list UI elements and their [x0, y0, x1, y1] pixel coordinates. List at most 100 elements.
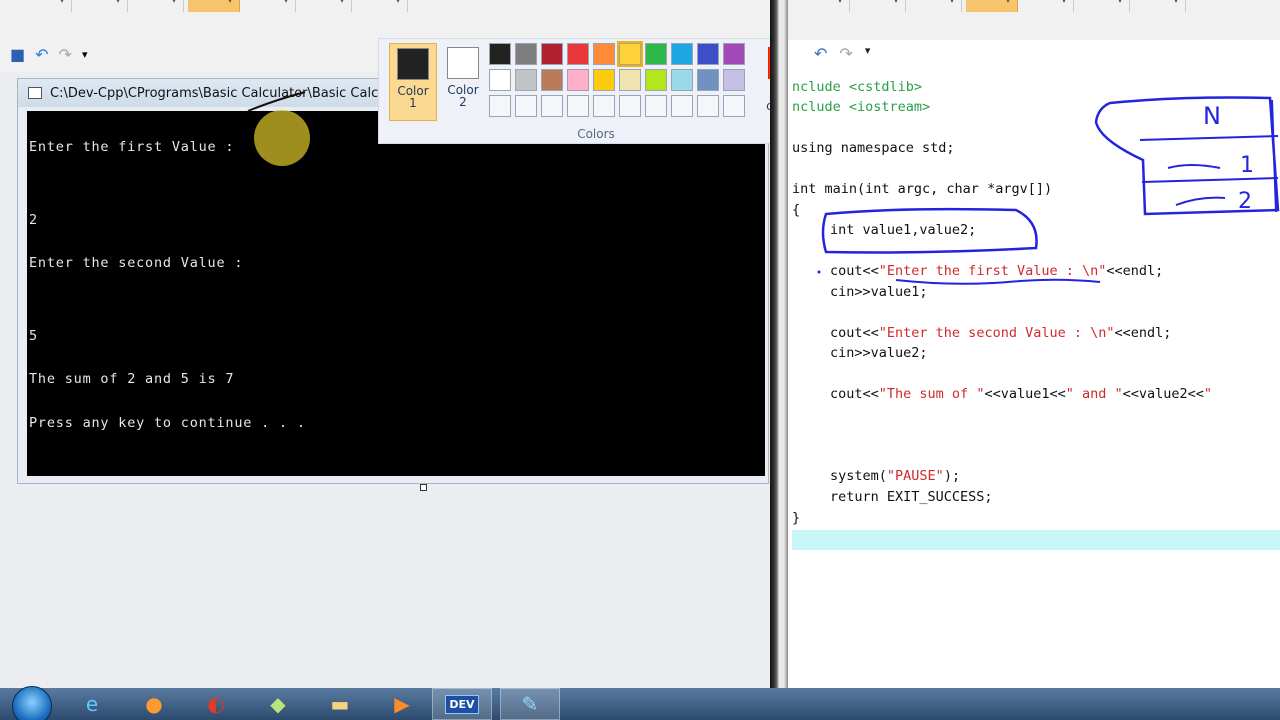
- network-icon[interactable]: ◆: [256, 688, 300, 720]
- color-swatch[interactable]: [697, 43, 719, 65]
- color-swatch[interactable]: [619, 95, 641, 117]
- console-line: 2: [29, 211, 38, 228]
- ribbon-group[interactable]: [910, 0, 962, 12]
- dropdown-icon[interactable]: ▾: [82, 48, 88, 61]
- color-swatch[interactable]: [489, 69, 511, 91]
- ribbon-group[interactable]: [1078, 0, 1130, 12]
- color-swatch[interactable]: [567, 95, 589, 117]
- console-line: 5: [29, 327, 38, 344]
- color-swatch[interactable]: [723, 95, 745, 117]
- ribbon-group[interactable]: [300, 0, 352, 12]
- redo-icon[interactable]: ↷: [59, 45, 72, 64]
- color-swatch[interactable]: [671, 43, 693, 65]
- quick-access-toolbar: ■ ↶ ↷ ▾: [10, 42, 87, 66]
- color-swatch[interactable]: [617, 41, 643, 67]
- save-icon[interactable]: ■: [10, 45, 25, 64]
- color2-num: 2: [459, 95, 467, 109]
- cursor-highlight: [254, 110, 310, 166]
- start-orb[interactable]: [12, 686, 52, 720]
- console-line: Press any key to continue . . .: [29, 414, 306, 431]
- code-line-cout3: cout<<"The sum of "<<value1<<" and "<<va…: [830, 386, 1213, 402]
- ribbon-group[interactable]: [798, 0, 850, 12]
- dev-cpp-label: DEV: [445, 694, 479, 714]
- color-swatch[interactable]: [593, 69, 615, 91]
- color-swatch[interactable]: [567, 69, 589, 91]
- color-swatch[interactable]: [723, 43, 745, 65]
- color-palette: [489, 41, 745, 117]
- console-icon: [28, 87, 42, 99]
- ribbon-strip: [0, 0, 412, 14]
- color-swatch[interactable]: [567, 43, 589, 65]
- firefox-icon[interactable]: ●: [132, 688, 176, 720]
- color-swatch[interactable]: [489, 95, 511, 117]
- code-line-brace: }: [792, 510, 801, 526]
- code-line-decl: int value1,value2;: [830, 222, 977, 238]
- folder-icon[interactable]: ▬: [318, 688, 362, 720]
- ie-icon[interactable]: e: [70, 688, 114, 720]
- color-swatch[interactable]: [515, 43, 537, 65]
- paint-window-right: ↶ ↷ ▾ nclude <cstdlib> nclude <iostream>…: [788, 0, 1280, 688]
- window-divider: [770, 0, 788, 688]
- ribbon-group[interactable]: [132, 0, 184, 12]
- ccleaner-icon[interactable]: ◐: [194, 688, 238, 720]
- dev-cpp-icon[interactable]: DEV: [432, 688, 492, 720]
- code-line-return: return EXIT_SUCCESS;: [830, 489, 993, 505]
- color-swatch[interactable]: [541, 95, 563, 117]
- ribbon-group-active[interactable]: [188, 0, 240, 12]
- color-swatch[interactable]: [541, 43, 563, 65]
- color2-swatch: [447, 47, 479, 79]
- color-swatch[interactable]: [645, 95, 667, 117]
- color-swatch[interactable]: [593, 43, 615, 65]
- ribbon-group[interactable]: [1022, 0, 1074, 12]
- color-swatch[interactable]: [697, 95, 719, 117]
- console-line: The sum of 2 and 5 is 7: [29, 371, 235, 387]
- canvas-resize-handle[interactable]: [420, 484, 427, 491]
- code-line-system: system("PAUSE");: [830, 468, 961, 484]
- dropdown-icon[interactable]: ▾: [865, 44, 871, 63]
- desktop: ■ ↶ ↷ ▾ C:\Dev-Cpp\CPrograms\Basic Calcu…: [0, 0, 1280, 720]
- code-line-include: nclude <iostream>: [792, 99, 931, 115]
- undo-icon[interactable]: ↶: [814, 44, 827, 63]
- colors-group: Color 1 Color 2 Edit colors Colors: [378, 38, 814, 144]
- color-swatch[interactable]: [645, 69, 667, 91]
- code-line-cout1: cout<<"Enter the first Value : \n"<<endl…: [830, 263, 1164, 279]
- media-player-icon[interactable]: ▶: [380, 688, 424, 720]
- ribbon-group-active[interactable]: [966, 0, 1018, 12]
- color-swatch[interactable]: [515, 95, 537, 117]
- color-swatch[interactable]: [645, 43, 667, 65]
- current-line-highlight: [792, 530, 1280, 550]
- code-line-main: int main(int argc, char *argv[]): [792, 181, 1053, 197]
- colors-group-label: Colors: [577, 127, 615, 141]
- color2-button[interactable]: Color 2: [439, 43, 487, 121]
- color-swatch[interactable]: [723, 69, 745, 91]
- undo-icon[interactable]: ↶: [35, 45, 48, 64]
- taskbar: e ● ◐ ◆ ▬ ▶ DEV ✎: [0, 686, 1280, 720]
- console-output: Enter the first Value : 2 Enter the seco…: [27, 111, 765, 476]
- console-title: C:\Dev-Cpp\CPrograms\Basic Calculator\Ba…: [50, 85, 379, 101]
- color-swatch[interactable]: [671, 95, 693, 117]
- ribbon-group[interactable]: [356, 0, 408, 12]
- ribbon-group[interactable]: [20, 0, 72, 12]
- code-line-cout2: cout<<"Enter the second Value : \n"<<end…: [830, 325, 1172, 341]
- color-swatch[interactable]: [619, 69, 641, 91]
- quick-access-toolbar-right: ↶ ↷ ▾: [814, 44, 870, 63]
- code-line-brace: {: [792, 202, 801, 218]
- ribbon-group[interactable]: [244, 0, 296, 12]
- ribbon-strip-right: [788, 0, 1280, 40]
- color-swatch[interactable]: [671, 69, 693, 91]
- color-swatch[interactable]: [541, 69, 563, 91]
- color-swatch[interactable]: [489, 43, 511, 65]
- code-line-cin1: cin>>value1;: [830, 284, 928, 300]
- redo-icon[interactable]: ↷: [839, 44, 852, 63]
- code-line-using: using namespace std;: [792, 140, 955, 156]
- color-swatch[interactable]: [697, 69, 719, 91]
- ribbon-group[interactable]: [854, 0, 906, 12]
- ribbon-group[interactable]: [76, 0, 128, 12]
- color1-button[interactable]: Color 1: [389, 43, 437, 121]
- console-line: Enter the second Value :: [29, 255, 244, 271]
- ribbon-group[interactable]: [1134, 0, 1186, 12]
- color-swatch[interactable]: [515, 69, 537, 91]
- paint-icon[interactable]: ✎: [500, 688, 560, 720]
- color1-num: 1: [409, 96, 417, 110]
- color-swatch[interactable]: [593, 95, 615, 117]
